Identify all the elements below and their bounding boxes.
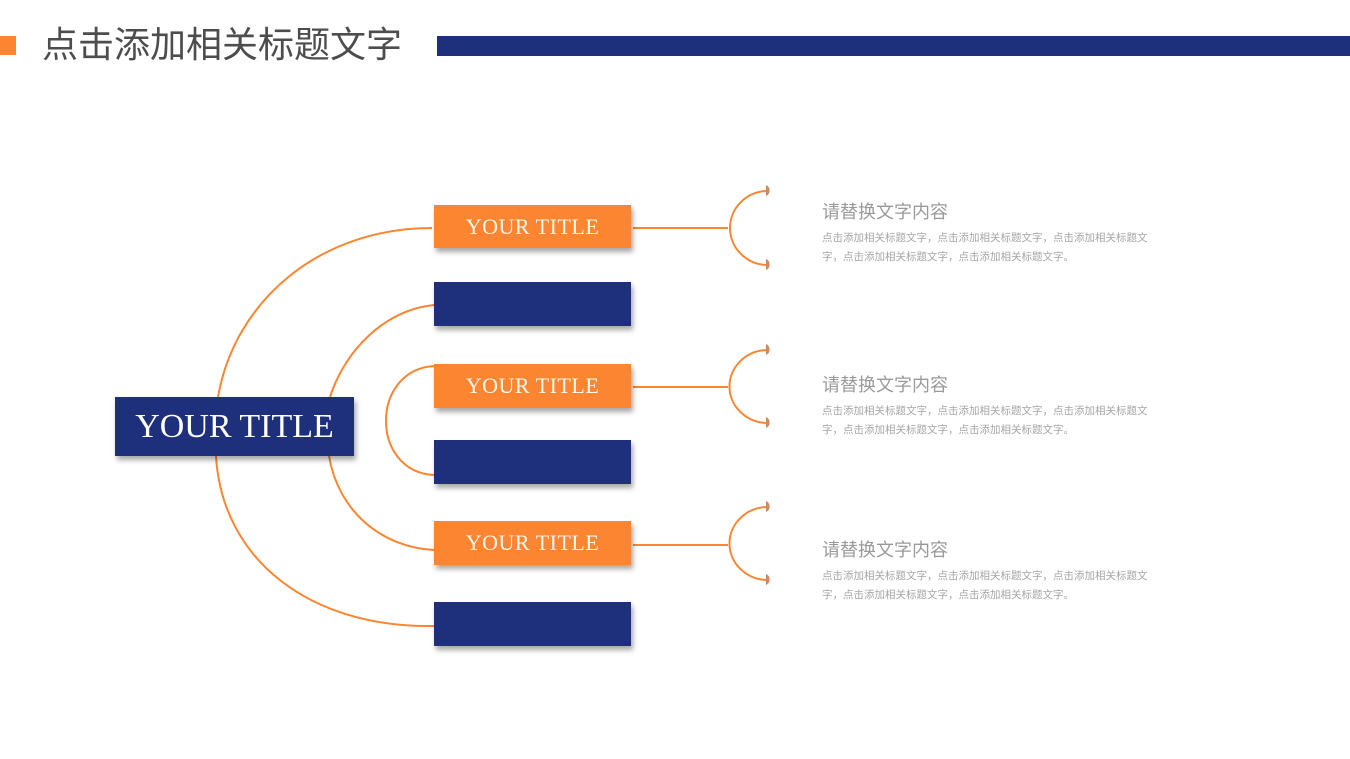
main-title-box[interactable]: YOUR TITLE — [115, 397, 354, 456]
blank-box-3[interactable] — [434, 602, 631, 646]
end-cap — [766, 344, 770, 355]
end-cap — [766, 259, 770, 270]
description-title[interactable]: 请替换文字内容 — [822, 539, 1152, 563]
end-cap — [766, 574, 770, 585]
end-cap — [766, 417, 770, 428]
branch-title-box-1[interactable]: YOUR TITLE — [434, 205, 631, 248]
branch-description-1: 请替换文字内容 点击添加相关标题文字，点击添加相关标题文字，点击添加相关标题文字… — [822, 201, 1152, 267]
description-body[interactable]: 点击添加相关标题文字，点击添加相关标题文字，点击添加相关标题文字，点击添加相关标… — [822, 229, 1152, 267]
branch-description-2: 请替换文字内容 点击添加相关标题文字，点击添加相关标题文字，点击添加相关标题文字… — [822, 374, 1152, 440]
branch-title-text: YOUR TITLE — [465, 373, 600, 398]
connector-outer-bottom — [215, 455, 435, 628]
main-title-text: YOUR TITLE — [135, 407, 334, 445]
branch-connector-2 — [633, 349, 769, 424]
blank-box-1[interactable] — [434, 282, 631, 326]
description-body[interactable]: 点击添加相关标题文字，点击添加相关标题文字，点击添加相关标题文字，点击添加相关标… — [822, 402, 1152, 440]
description-body[interactable]: 点击添加相关标题文字，点击添加相关标题文字，点击添加相关标题文字，点击添加相关标… — [822, 567, 1152, 605]
connector-inner-loop — [385, 365, 435, 476]
branch-title-text: YOUR TITLE — [465, 530, 600, 555]
branch-title-box-3[interactable]: YOUR TITLE — [434, 521, 631, 565]
blank-box-2[interactable] — [434, 440, 631, 484]
connector-outer-top — [217, 227, 433, 398]
description-title[interactable]: 请替换文字内容 — [822, 201, 1152, 225]
page-title[interactable]: 点击添加相关标题文字 — [42, 22, 402, 70]
branch-title-text: YOUR TITLE — [465, 213, 600, 239]
connector-middle-bottom — [328, 455, 435, 551]
accent-square — [0, 36, 16, 55]
branch-connector-3 — [633, 506, 769, 581]
branch-connector-1 — [633, 190, 769, 266]
end-cap — [766, 501, 770, 512]
title-bar-decoration — [437, 36, 1350, 56]
end-cap — [766, 185, 770, 196]
branch-title-box-2[interactable]: YOUR TITLE — [434, 364, 631, 408]
branch-description-3: 请替换文字内容 点击添加相关标题文字，点击添加相关标题文字，点击添加相关标题文字… — [822, 539, 1152, 605]
connector-middle-top — [329, 304, 435, 398]
description-title[interactable]: 请替换文字内容 — [822, 374, 1152, 398]
